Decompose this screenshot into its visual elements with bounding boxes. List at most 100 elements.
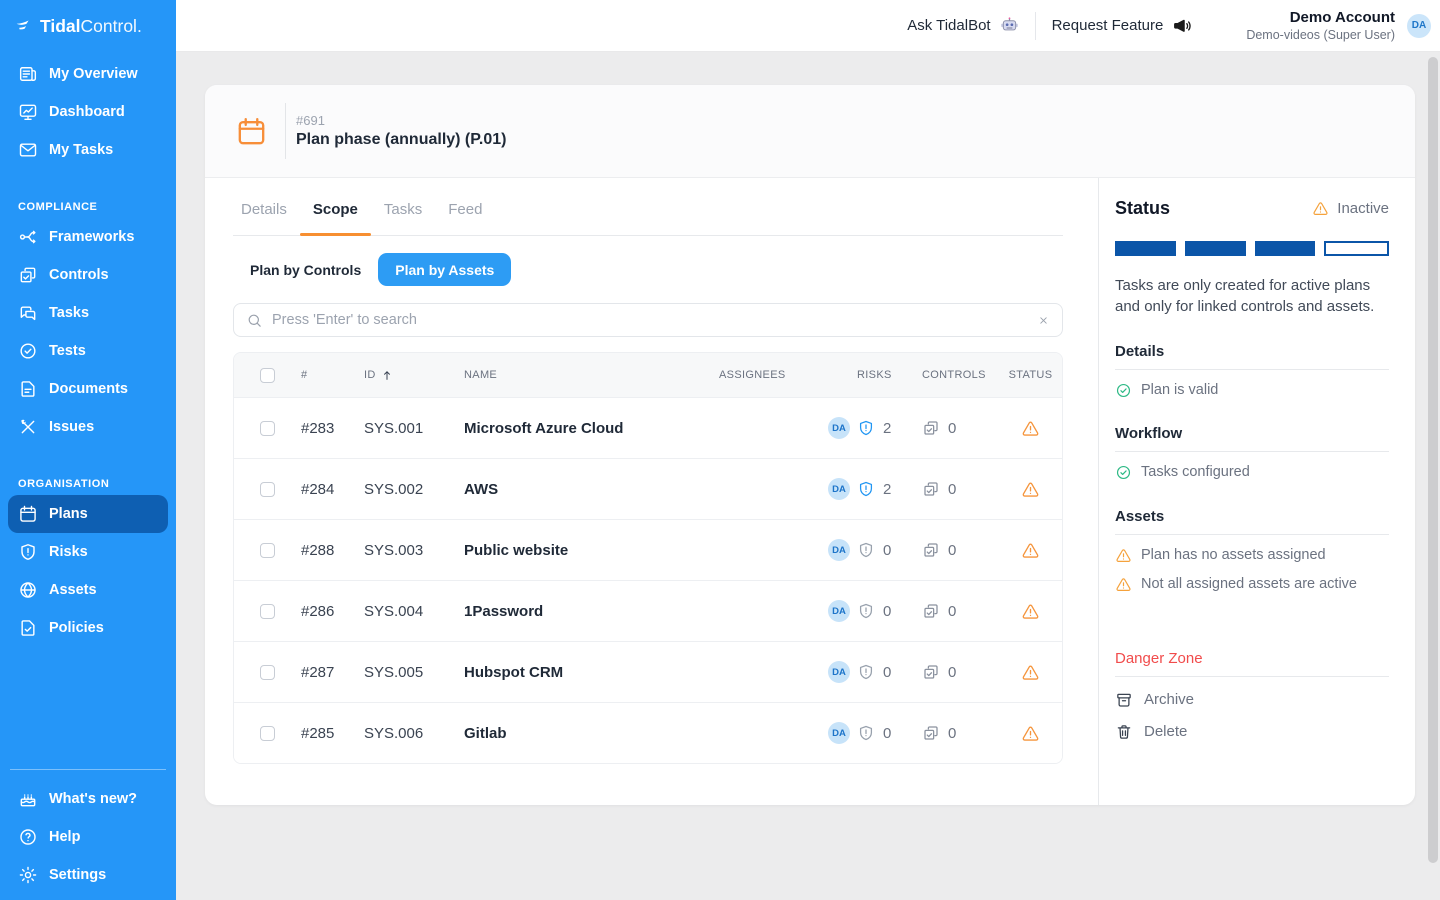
sidebar-item-label: Tests [49,343,86,359]
clipboard-check-icon [18,265,38,285]
tab-feed[interactable]: Feed [435,200,495,235]
sidebar-item-label: Risks [49,544,88,560]
assignee-avatar: DA [828,661,850,683]
select-all-checkbox[interactable] [260,368,275,383]
sidebar-item-my-tasks[interactable]: My Tasks [8,131,168,169]
sidebar-item-help[interactable]: Help [8,818,168,856]
risk-shield-icon [857,480,875,498]
table-row[interactable]: #284 SYS.002 AWS DA 2 0 [234,458,1062,519]
progress-segment-filled [1255,241,1316,256]
row-checkbox[interactable] [260,665,275,680]
sidebar-item-label: Frameworks [49,229,134,245]
sidebar-item-label: My Tasks [49,142,113,158]
sidebar-divider [10,769,166,770]
sidebar-item-assets[interactable]: Assets [8,571,168,609]
avatar[interactable]: DA [1407,14,1431,38]
request-feature-button[interactable]: Request Feature [1052,16,1193,36]
policy-check-icon [18,618,38,638]
row-checkbox[interactable] [260,421,275,436]
account-text: Demo Account Demo-videos (Super User) [1246,9,1395,42]
page-scrollbar[interactable] [1428,57,1438,863]
plan-header: #691 Plan phase (annually) (P.01) [205,85,1415,178]
table-row[interactable]: #285 SYS.006 Gitlab DA 0 0 [234,702,1062,763]
row-checkbox[interactable] [260,726,275,741]
assets-table: # ID NAME ASSIGNEES RISKS CONTROLS STATU… [233,352,1063,764]
section-assets-title: Assets [1115,508,1389,535]
sidebar-item-label: What's new? [49,791,137,807]
column-header-id[interactable]: ID [356,368,456,382]
chat-icon [18,303,38,323]
plan-title: Plan phase (annually) (P.01) [296,131,506,149]
delete-button[interactable]: Delete [1115,723,1389,741]
tab-scope[interactable]: Scope [300,200,371,235]
ask-tidalbot-button[interactable]: Ask TidalBot [907,16,1018,35]
plan-by-assets-button[interactable]: Plan by Assets [378,253,511,286]
megaphone-icon [1172,16,1192,36]
status-warning-icon [1021,480,1040,499]
sidebar-section-compliance: COMPLIANCE [18,201,176,213]
sidebar-item-controls[interactable]: Controls [8,256,168,294]
row-num: #285 [293,725,356,742]
sidebar-item-frameworks[interactable]: Frameworks [8,218,168,256]
table-row[interactable]: #288 SYS.003 Public website DA 0 0 [234,519,1062,580]
plan-header-divider [285,103,286,159]
danger-zone-title: Danger Zone [1115,650,1389,677]
status-progress-segments [1115,241,1389,256]
status-warning-icon [1021,541,1040,560]
column-header-controls: CONTROLS [916,369,999,381]
assignee-avatar: DA [828,478,850,500]
overview-icon [18,64,38,84]
progress-segment-filled [1185,241,1246,256]
row-checkbox[interactable] [260,604,275,619]
sidebar-item-my-overview[interactable]: My Overview [8,55,168,93]
assignee-avatar: DA [828,600,850,622]
column-header-assignees: ASSIGNEES [709,369,854,381]
trash-icon [1115,723,1133,741]
controls-clipboard-icon [922,602,940,620]
risks-count: 2 [883,420,891,437]
sidebar-item-issues[interactable]: Issues [8,408,168,446]
sidebar-item-tests[interactable]: Tests [8,332,168,370]
table-row[interactable]: #283 SYS.001 Microsoft Azure Cloud DA 2 … [234,397,1062,458]
sidebar-item-risks[interactable]: Risks [8,533,168,571]
sidebar-item-documents[interactable]: Documents [8,370,168,408]
risk-shield-icon [857,602,875,620]
scope-mode-toggle: Plan by Controls Plan by Assets [233,253,1063,286]
row-checkbox[interactable] [260,482,275,497]
controls-clipboard-icon [922,419,940,437]
sidebar-item-whats-new[interactable]: What's new? [8,780,168,818]
sidebar-item-plans[interactable]: Plans [8,495,168,533]
risks-count: 0 [883,725,891,742]
sidebar-item-settings[interactable]: Settings [8,856,168,894]
tab-details[interactable]: Details [233,200,300,235]
table-row[interactable]: #287 SYS.005 Hubspot CRM DA 0 0 [234,641,1062,702]
status-warning-icon [1021,419,1040,438]
row-id: SYS.005 [356,664,456,681]
assignee-avatar: DA [828,722,850,744]
column-header-num: # [293,369,356,381]
status-item-assets-inactive: Not all assigned assets are active [1115,576,1389,593]
tab-tasks[interactable]: Tasks [371,200,435,235]
controls-clipboard-icon [922,724,940,742]
status-item-plan-valid: Plan is valid [1115,382,1389,399]
row-name: Hubspot CRM [456,664,709,681]
document-icon [18,379,38,399]
sidebar-item-dashboard[interactable]: Dashboard [8,93,168,131]
search-input[interactable] [272,312,1028,328]
sidebar-item-tasks[interactable]: Tasks [8,294,168,332]
clear-search-icon[interactable] [1037,314,1050,327]
table-row[interactable]: #286 SYS.004 1Password DA 0 0 [234,580,1062,641]
ask-tidalbot-label: Ask TidalBot [907,17,990,34]
app-logo[interactable]: TidalControl. [0,0,176,37]
controls-count: 0 [948,725,956,742]
plan-by-controls-button[interactable]: Plan by Controls [233,253,378,286]
archive-button[interactable]: Archive [1115,691,1389,709]
account-menu[interactable]: Demo Account Demo-videos (Super User) DA [1246,9,1431,42]
row-checkbox[interactable] [260,543,275,558]
topbar: Ask TidalBot Request Feature Demo Accoun… [176,0,1440,52]
sidebar-item-label: Documents [49,381,128,397]
sidebar-item-policies[interactable]: Policies [8,609,168,647]
sidebar-item-label: Policies [49,620,104,636]
sidebar-footer: What's new? Help Settings [0,769,176,900]
status-warning-icon [1021,602,1040,621]
